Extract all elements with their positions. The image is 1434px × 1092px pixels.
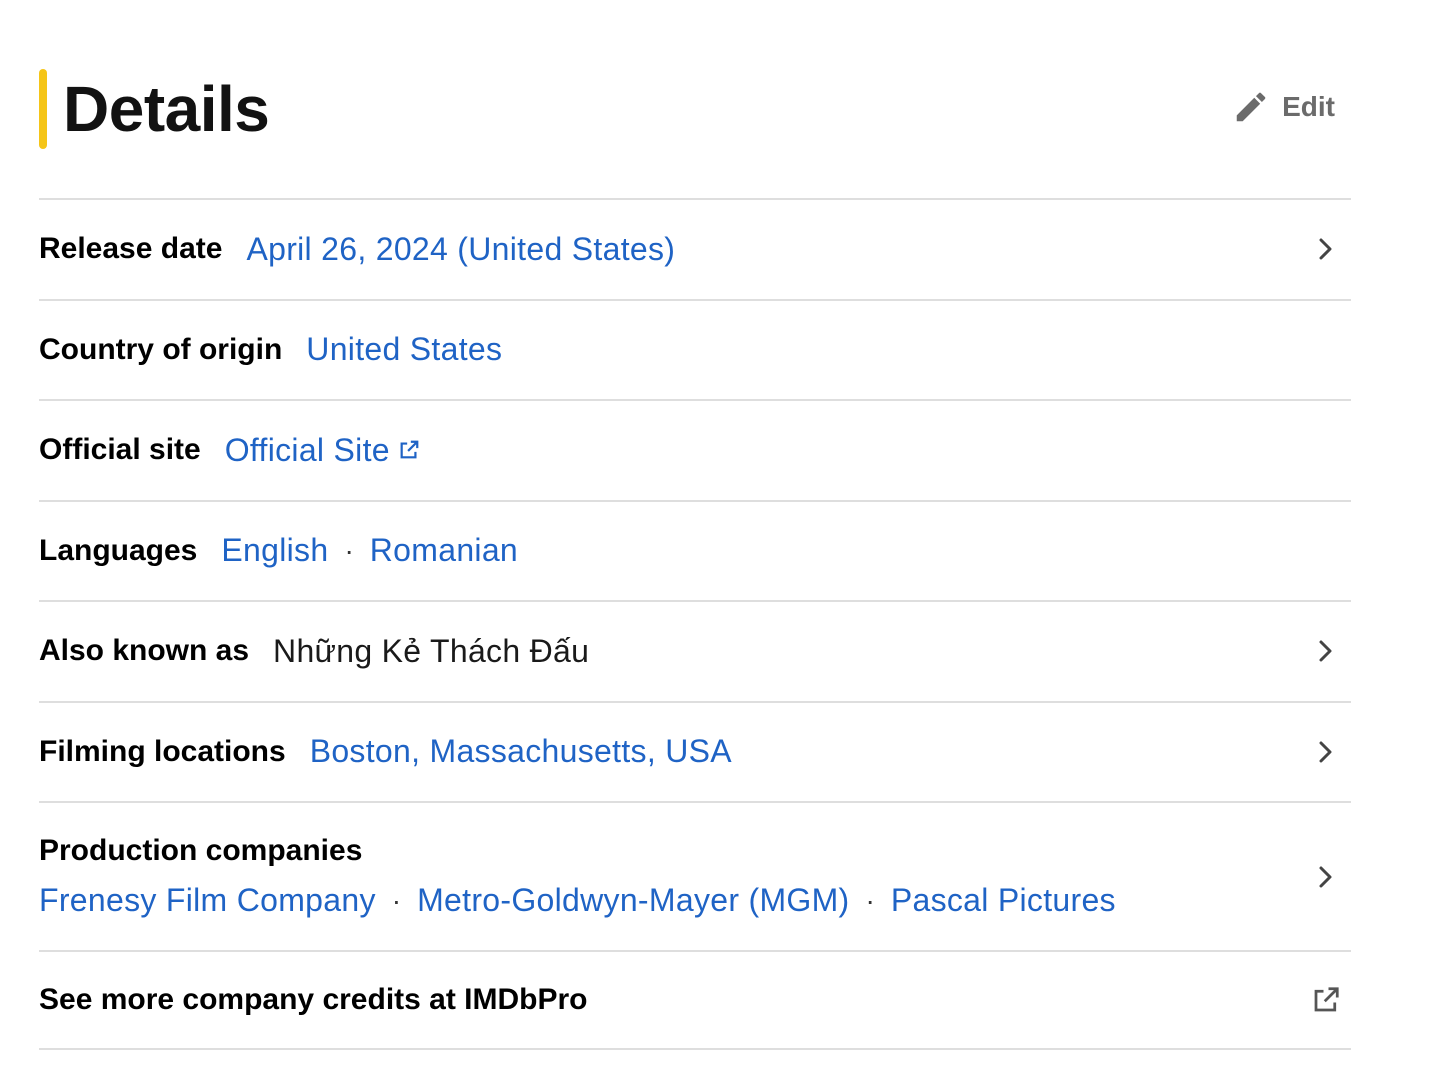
row-languages: Languages English · Romanian [39, 502, 1351, 602]
row-filming-locations[interactable]: Filming locations Boston, Massachusetts,… [39, 703, 1351, 803]
chevron-right-icon[interactable] [1315, 737, 1337, 767]
language-link-english[interactable]: English [221, 532, 328, 569]
separator-dot: · [344, 534, 354, 566]
imdbpro-label[interactable]: See more company credits at IMDbPro [39, 983, 588, 1017]
section-header: Details Edit [39, 0, 1351, 198]
pencil-icon [1232, 88, 1270, 126]
row-also-known-as[interactable]: Also known as Những Kẻ Thách Đấu [39, 602, 1351, 703]
details-list: Release date April 26, 2024 (United Stat… [39, 198, 1351, 1050]
language-link-romanian[interactable]: Romanian [370, 532, 518, 569]
filming-location-link[interactable]: Boston, Massachusetts, USA [310, 733, 732, 770]
official-site-label: Official site [39, 433, 201, 467]
filming-label: Filming locations [39, 734, 286, 768]
separator-dot: · [865, 884, 875, 916]
external-link-icon [400, 440, 419, 459]
edit-button[interactable]: Edit [1232, 88, 1335, 126]
country-label: Country of origin [39, 332, 283, 366]
aka-label: Also known as [39, 634, 250, 668]
row-release-date[interactable]: Release date April 26, 2024 (United Stat… [39, 200, 1351, 301]
production-label: Production companies [39, 834, 363, 867]
release-date-link[interactable]: April 26, 2024 (United States) [246, 231, 675, 268]
edit-label: Edit [1282, 91, 1335, 122]
company-link-mgm[interactable]: Metro-Goldwyn-Mayer (MGM) [417, 882, 849, 919]
languages-label: Languages [39, 533, 198, 567]
separator-dot: · [391, 884, 402, 916]
company-link-pascal[interactable]: Pascal Pictures [891, 882, 1116, 919]
row-country-of-origin: Country of origin United States [39, 301, 1351, 401]
official-site-link[interactable]: Official Site [225, 432, 390, 469]
chevron-right-icon[interactable] [1315, 234, 1337, 264]
aka-value: Những Kẻ Thách Đấu [273, 632, 590, 669]
title-accent-bar [39, 69, 47, 149]
section-title: Details [63, 73, 270, 145]
release-date-label: Release date [39, 232, 223, 266]
external-link-icon[interactable] [1311, 985, 1341, 1015]
company-link-frenesy[interactable]: Frenesy Film Company [39, 882, 376, 919]
chevron-right-icon[interactable] [1315, 636, 1337, 666]
country-link[interactable]: United States [306, 331, 502, 368]
row-production-companies[interactable]: Production companies Frenesy Film Compan… [39, 803, 1351, 952]
row-official-site: Official site Official Site [39, 401, 1351, 502]
row-imdbpro-link[interactable]: See more company credits at IMDbPro [39, 952, 1351, 1050]
chevron-right-icon[interactable] [1315, 862, 1337, 892]
details-section: Details Edit Release date April 26, 2024… [39, 0, 1351, 1050]
